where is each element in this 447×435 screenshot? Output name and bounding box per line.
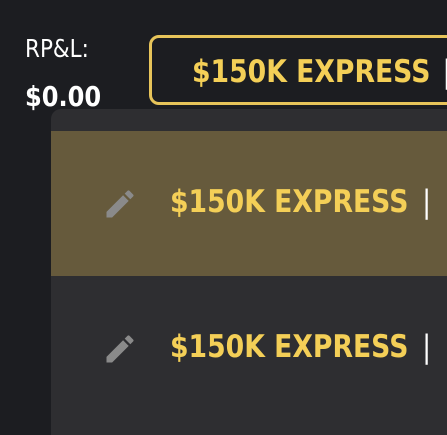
account-select-separator: | <box>442 54 447 90</box>
account-select-label: $150K EXPRESS <box>192 54 431 90</box>
account-option-label: $150K EXPRESS <box>170 184 409 220</box>
account-option-selected[interactable]: $150K EXPRESS | <box>51 131 447 276</box>
account-select-value: $150K EXPRESS | <box>192 53 447 91</box>
account-option-text: $150K EXPRESS | <box>170 328 431 366</box>
rpl-label: RP&L: <box>25 34 89 63</box>
dropdown-padding <box>51 109 447 131</box>
account-dropdown-menu: $150K EXPRESS | $150K EXPRESS | <box>51 109 447 435</box>
pencil-icon[interactable] <box>102 331 138 367</box>
account-select[interactable]: $150K EXPRESS | <box>149 35 447 105</box>
trading-account-panel: RP&L: $0.00 $150K EXPRESS| $150K EXPRESS… <box>0 0 447 435</box>
account-option-text: $150K EXPRESS | <box>170 183 431 221</box>
account-option[interactable]: $150K EXPRESS | <box>51 276 447 421</box>
account-option-separator: | <box>422 184 432 220</box>
account-option-label: $150K EXPRESS <box>170 329 409 365</box>
account-option-separator: | <box>422 329 432 365</box>
pencil-icon[interactable] <box>102 186 138 222</box>
